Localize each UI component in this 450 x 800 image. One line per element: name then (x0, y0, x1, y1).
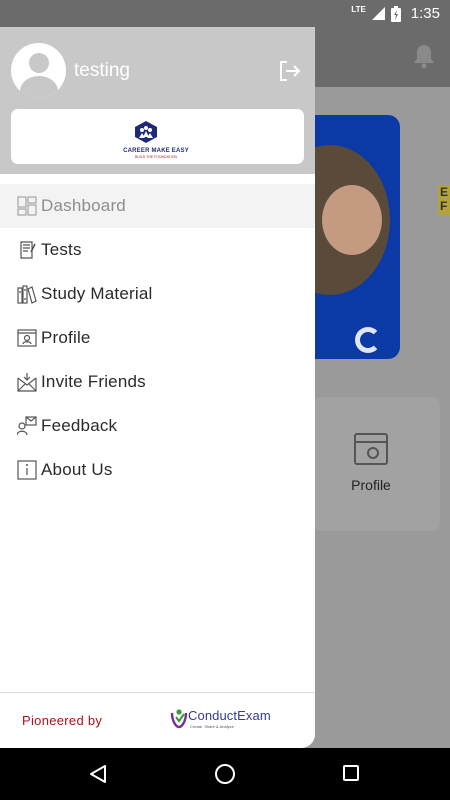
menu-item-invite-friends[interactable]: Invite Friends (0, 360, 315, 404)
banner-photo-face (322, 185, 382, 255)
menu-item-tests[interactable]: Tests (0, 228, 315, 272)
banner-c-logo-icon (355, 327, 381, 353)
battery-icon (390, 5, 401, 22)
menu-item-study-material[interactable]: Study Material (0, 272, 315, 316)
menu-label-dashboard: Dashboard (41, 196, 126, 215)
promo-text: E F (438, 185, 450, 215)
books-icon (17, 285, 37, 304)
notification-bell-icon[interactable] (412, 43, 436, 69)
avatar-body (20, 76, 58, 98)
drawer-footer: Pioneered by ConductExam Create, Share &… (0, 692, 315, 748)
menu-label-about-us: About Us (41, 460, 113, 479)
menu-label-tests: Tests (41, 240, 82, 259)
dashboard-icon (17, 196, 37, 216)
conductexam-mark-icon (170, 709, 188, 729)
user-name: testing (74, 60, 130, 81)
menu-item-dashboard[interactable]: Dashboard (0, 184, 315, 228)
drawer-header: testing CAREER MAKE EASY BUILD THE FOUND… (0, 27, 315, 174)
pioneered-by-label: Pioneered by (22, 713, 103, 728)
profile-icon (17, 329, 37, 347)
status-bar: LTE 1:35 (0, 0, 450, 27)
signal-icon (371, 7, 385, 20)
menu-item-about-us[interactable]: About Us (0, 448, 315, 492)
back-icon[interactable] (88, 764, 108, 784)
clock: 1:35 (410, 5, 440, 22)
menu-label-study-material: Study Material (41, 284, 153, 303)
network-type: LTE (351, 5, 366, 14)
brand-tagline: BUILD THE FOUNDATION (134, 155, 178, 159)
profile-card-icon (354, 433, 388, 465)
home-icon[interactable] (215, 764, 235, 784)
menu-item-feedback[interactable]: Feedback (0, 404, 315, 448)
recent-apps-icon[interactable] (343, 765, 359, 781)
profile-card[interactable]: Profile (312, 397, 440, 531)
promo-banner[interactable] (300, 115, 400, 359)
tests-icon (20, 241, 36, 259)
conductexam-tagline: Create, Share & Analyze (190, 724, 234, 729)
avatar[interactable] (11, 43, 66, 98)
invite-icon (17, 373, 37, 392)
menu-label-invite-friends: Invite Friends (41, 372, 146, 391)
navigation-drawer: testing CAREER MAKE EASY BUILD THE FOUND… (0, 27, 315, 748)
feedback-icon (17, 416, 37, 436)
info-icon (17, 460, 37, 480)
logout-icon[interactable] (278, 60, 302, 82)
conductexam-name: ConductExam (188, 708, 271, 723)
menu-label-feedback: Feedback (41, 416, 118, 435)
drawer-menu: Dashboard Tests Study Material Profile I… (0, 184, 315, 492)
brand-title: CAREER MAKE EASY (123, 148, 189, 154)
avatar-head (29, 53, 49, 73)
conductexam-logo[interactable]: ConductExam Create, Share & Analyze (170, 707, 285, 735)
profile-card-label: Profile (351, 477, 391, 493)
menu-item-profile[interactable]: Profile (0, 316, 315, 360)
brand-emblem-icon (135, 121, 157, 143)
system-navigation-bar (0, 748, 450, 800)
menu-label-profile: Profile (41, 328, 91, 347)
